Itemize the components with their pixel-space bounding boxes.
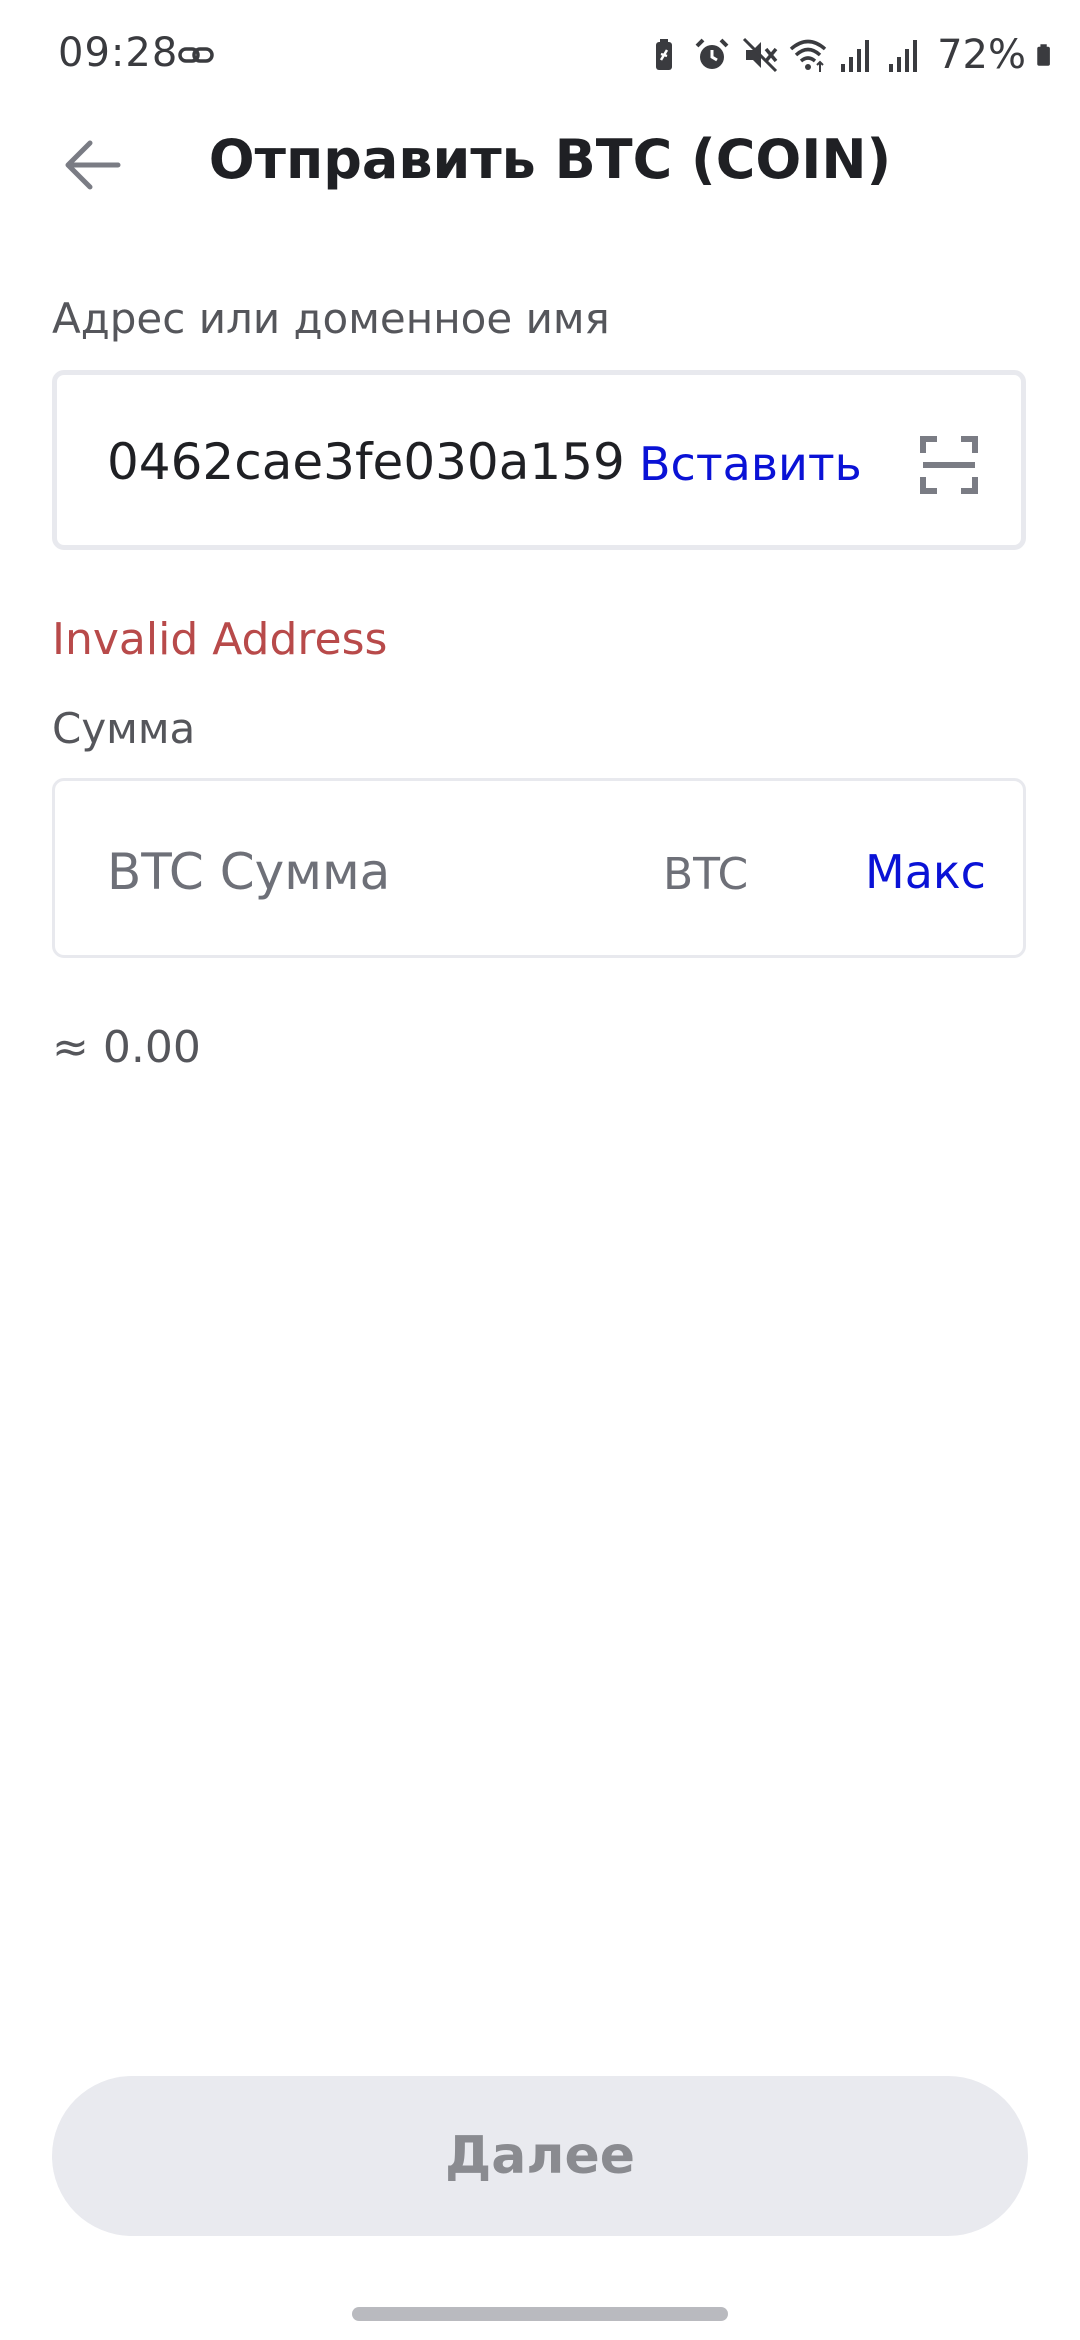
amount-label: Сумма [52,704,196,753]
fiat-approx-value: ≈ 0.00 [52,1022,201,1073]
mute-icon [743,37,778,73]
send-screen: 09:28 72% Отправить BTC (COIN) Адрес или… [0,0,1080,2340]
wifi-icon [789,39,827,72]
scan-icon[interactable] [919,435,979,495]
status-time: 09:28 [58,30,179,76]
address-error: Invalid Address [52,614,388,665]
header: Отправить BTC (COIN) [0,110,1080,220]
paste-button[interactable]: Вставить [639,437,862,491]
alarm-icon [695,38,729,69]
next-button[interactable]: Далее [52,2076,1028,2236]
signal-icon [889,40,918,72]
address-input-value[interactable]: 0462cae3fe030a159 [107,433,625,491]
signal-icon [841,40,870,72]
amount-field[interactable]: BTC Сумма BTC Макс [52,778,1026,958]
battery-icon [1037,44,1050,66]
max-button[interactable]: Макс [865,845,986,899]
home-indicator[interactable] [352,2307,728,2321]
status-icons: 72% [645,30,1060,80]
address-label: Адрес или доменное имя [52,294,610,343]
battery-percentage: 72% [937,32,1026,78]
amount-input-placeholder[interactable]: BTC Сумма [107,843,390,901]
page-title: Отправить BTC (COIN) [208,128,892,191]
address-field[interactable]: 0462cae3fe030a159 Вставить [52,370,1026,550]
link-icon [178,47,214,63]
status-bar: 09:28 72% [0,0,1080,110]
amount-currency: BTC [663,849,749,900]
battery-saver-icon [656,39,673,70]
